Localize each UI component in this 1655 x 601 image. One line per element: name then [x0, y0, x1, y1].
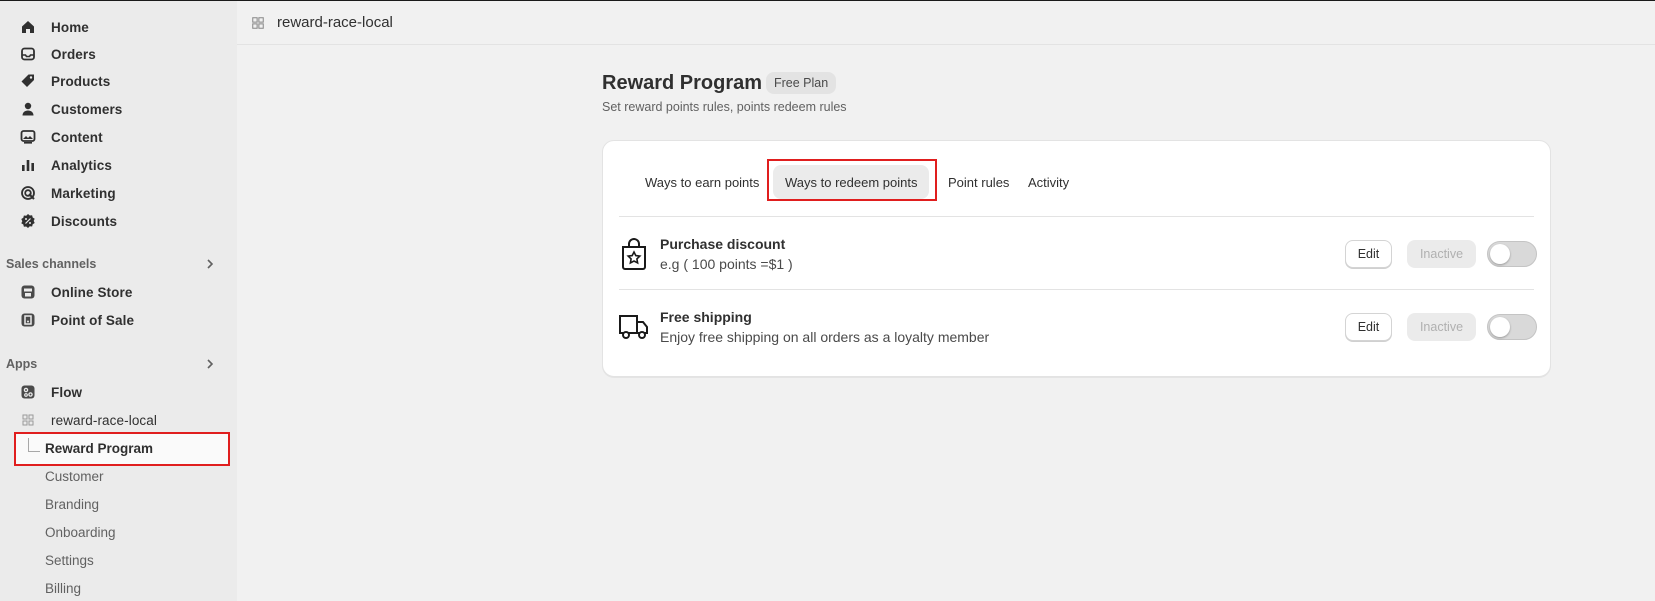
image-icon [20, 129, 36, 145]
apps-header[interactable]: Apps [6, 354, 226, 374]
nav-reward-program[interactable]: Reward Program [14, 432, 230, 466]
nav-reward-race-local-label: reward-race-local [51, 412, 157, 428]
home-icon [20, 19, 36, 35]
reward-card: Ways to earn points Ways to redeem point… [602, 140, 1551, 377]
nav-analytics[interactable]: Analytics [8, 152, 228, 178]
shopping-bag-star-icon [622, 238, 646, 270]
nav-products[interactable]: Products [8, 68, 228, 94]
nav-onboarding[interactable]: Onboarding [45, 520, 116, 544]
sales-channels-header[interactable]: Sales channels [6, 254, 226, 274]
person-icon [20, 101, 36, 117]
chevron-right-icon [207, 259, 214, 269]
store-icon [20, 284, 36, 300]
nav-branding[interactable]: Branding [45, 492, 99, 516]
truck-icon [619, 315, 648, 339]
toggle-knob [1490, 244, 1510, 264]
nav-online-store-label: Online Store [51, 284, 133, 300]
nav-customer-label: Customer [45, 468, 104, 484]
apps-title: Apps [6, 357, 38, 371]
nav-flow-label: Flow [51, 384, 83, 400]
nav-onboarding-label: Onboarding [45, 524, 116, 540]
divider [619, 289, 1534, 290]
row-description: Enjoy free shipping on all orders as a l… [660, 329, 990, 345]
nav-content[interactable]: Content [8, 124, 228, 150]
purchase-discount-toggle[interactable] [1487, 241, 1537, 267]
nav-discounts-label: Discounts [51, 213, 118, 229]
target-icon [20, 185, 36, 201]
tree-branch-icon [28, 438, 40, 452]
row-title: Purchase discount [660, 236, 786, 252]
row-description: e.g ( 100 points =$1 ) [660, 256, 793, 272]
nav-point-of-sale[interactable]: Point of Sale [8, 307, 228, 333]
tag-icon [20, 73, 36, 89]
nav-reward-program-label: Reward Program [45, 441, 154, 456]
app-grid-icon [20, 412, 36, 428]
tab-ways-to-earn[interactable]: Ways to earn points [633, 165, 771, 199]
tab-highlight-box [767, 159, 937, 201]
app-grid-icon [252, 16, 264, 29]
nav-billing-label: Billing [45, 580, 82, 596]
nav-customers-label: Customers [51, 101, 123, 117]
nav-online-store[interactable]: Online Store [8, 279, 228, 305]
nav-discounts[interactable]: Discounts [8, 208, 228, 234]
chevron-right-icon [207, 359, 214, 369]
top-bar: reward-race-local [237, 1, 1655, 45]
inbox-icon [20, 46, 36, 62]
bar-chart-icon [20, 157, 36, 173]
nav-customers[interactable]: Customers [8, 96, 228, 122]
nav-customer[interactable]: Customer [45, 464, 104, 488]
nav-reward-race-local[interactable]: reward-race-local [8, 407, 228, 433]
toggle-knob [1490, 317, 1510, 337]
nav-orders-label: Orders [51, 46, 96, 62]
edit-button[interactable]: Edit [1345, 240, 1392, 268]
nav-marketing[interactable]: Marketing [8, 180, 228, 206]
plan-badge: Free Plan [766, 72, 837, 94]
row-title: Free shipping [660, 309, 752, 325]
flow-icon [20, 384, 36, 400]
sales-channels-title: Sales channels [6, 257, 97, 271]
nav-products-label: Products [51, 73, 111, 89]
edit-button[interactable]: Edit [1345, 313, 1392, 341]
pos-icon [20, 312, 36, 328]
nav-home-label: Home [51, 19, 89, 35]
free-shipping-toggle[interactable] [1487, 314, 1537, 340]
nav-flow[interactable]: Flow [8, 379, 228, 405]
app-name: reward-race-local [277, 14, 393, 31]
page-title: Reward Program [602, 72, 763, 94]
nav-content-label: Content [51, 129, 103, 145]
nav-analytics-label: Analytics [51, 157, 112, 173]
page-subtitle: Set reward points rules, points redeem r… [602, 100, 847, 114]
sidebar: Home Orders Products Customers Content A… [0, 1, 237, 601]
tab-point-rules[interactable]: Point rules [936, 165, 1021, 199]
nav-branding-label: Branding [45, 496, 100, 512]
nav-point-of-sale-label: Point of Sale [51, 312, 135, 328]
discount-icon [20, 213, 36, 229]
divider [619, 216, 1534, 217]
inactive-status-button[interactable]: Inactive [1407, 240, 1476, 268]
nav-settings[interactable]: Settings [45, 548, 94, 572]
nav-billing[interactable]: Billing [45, 576, 81, 600]
nav-home[interactable]: Home [8, 14, 228, 40]
nav-marketing-label: Marketing [51, 185, 116, 201]
inactive-status-button[interactable]: Inactive [1407, 313, 1476, 341]
tab-activity[interactable]: Activity [1016, 165, 1081, 199]
nav-settings-label: Settings [45, 552, 94, 568]
nav-orders[interactable]: Orders [8, 41, 228, 67]
